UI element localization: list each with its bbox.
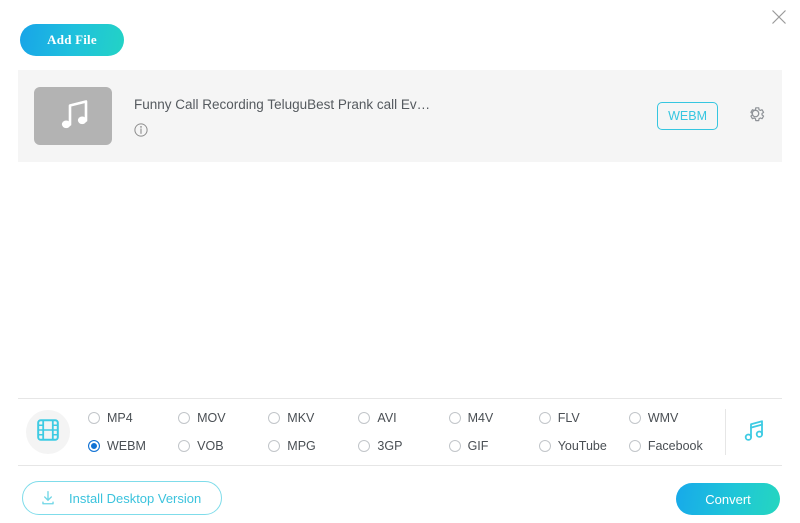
radio-wmv[interactable] bbox=[628, 412, 641, 424]
file-meta: Funny Call Recording TeluguBest Prank ca… bbox=[134, 96, 657, 137]
format-label-mov: MOV bbox=[197, 411, 226, 425]
file-output-format-button[interactable]: WEBM bbox=[657, 102, 718, 130]
format-label-mkv: MKV bbox=[287, 411, 315, 425]
file-list: Funny Call Recording TeluguBest Prank ca… bbox=[18, 70, 782, 162]
format-option-vob[interactable]: VOB bbox=[178, 433, 268, 459]
format-option-mov[interactable]: MOV bbox=[178, 405, 268, 431]
format-label-facebook: Facebook bbox=[647, 439, 703, 453]
radio-avi[interactable] bbox=[358, 412, 371, 424]
format-option-webm[interactable]: WEBM bbox=[88, 433, 178, 459]
format-option-wmv[interactable]: WMV bbox=[628, 405, 719, 431]
add-file-label: Add File bbox=[47, 32, 97, 47]
add-file-button[interactable]: Add File bbox=[20, 24, 124, 56]
radio-webm[interactable] bbox=[88, 440, 100, 452]
close-window-button[interactable] bbox=[766, 4, 792, 30]
audio-formats-tab[interactable] bbox=[726, 410, 782, 454]
format-option-mpg[interactable]: MPG bbox=[268, 433, 358, 459]
install-desktop-version-label: Install Desktop Version bbox=[69, 490, 202, 506]
radio-flv[interactable] bbox=[538, 412, 551, 424]
convert-button[interactable]: Convert bbox=[676, 483, 780, 515]
music-note-icon bbox=[740, 416, 768, 449]
file-output-format-label: WEBM bbox=[668, 109, 707, 123]
film-strip-icon bbox=[35, 417, 61, 448]
video-formats-tab[interactable] bbox=[26, 410, 70, 454]
format-option-gif[interactable]: GIF bbox=[448, 433, 539, 459]
radio-gif[interactable] bbox=[448, 440, 461, 452]
format-label-mp4: MP4 bbox=[107, 411, 133, 425]
format-label-youtube: YouTube bbox=[557, 439, 607, 453]
format-label-vob: VOB bbox=[197, 439, 224, 453]
format-label-mpg: MPG bbox=[287, 439, 316, 453]
format-option-flv[interactable]: FLV bbox=[538, 405, 629, 431]
radio-vob[interactable] bbox=[178, 440, 191, 452]
format-label-webm: WEBM bbox=[107, 439, 146, 453]
install-desktop-version-button[interactable]: Install Desktop Version bbox=[22, 481, 223, 515]
format-option-youtube[interactable]: YouTube bbox=[538, 433, 629, 459]
format-label-avi: AVI bbox=[377, 411, 397, 425]
output-format-panel: MP4 MOV MKV AVI M4V FLV WMV WEBM VOB MPG… bbox=[18, 398, 782, 466]
convert-label: Convert bbox=[705, 491, 751, 507]
radio-mkv[interactable] bbox=[268, 412, 281, 424]
file-settings-button[interactable] bbox=[744, 105, 766, 127]
format-option-facebook[interactable]: Facebook bbox=[628, 433, 719, 459]
format-label-3gp: 3GP bbox=[377, 439, 403, 453]
radio-mp4[interactable] bbox=[88, 412, 100, 424]
format-option-m4v[interactable]: M4V bbox=[448, 405, 539, 431]
music-note-icon bbox=[56, 98, 90, 135]
radio-mpg[interactable] bbox=[268, 440, 281, 452]
download-icon bbox=[39, 489, 57, 507]
info-icon[interactable] bbox=[134, 122, 148, 137]
format-option-avi[interactable]: AVI bbox=[358, 405, 448, 431]
format-options: MP4 MOV MKV AVI M4V FLV WMV WEBM VOB MPG… bbox=[88, 405, 719, 459]
format-option-3gp[interactable]: 3GP bbox=[358, 433, 448, 459]
format-label-flv: FLV bbox=[557, 411, 580, 425]
format-option-mkv[interactable]: MKV bbox=[268, 405, 358, 431]
format-option-mp4[interactable]: MP4 bbox=[88, 405, 178, 431]
radio-youtube[interactable] bbox=[538, 440, 551, 452]
radio-m4v[interactable] bbox=[448, 412, 461, 424]
file-thumbnail bbox=[34, 87, 112, 145]
file-title: Funny Call Recording TeluguBest Prank ca… bbox=[134, 96, 431, 112]
gear-icon bbox=[745, 103, 766, 129]
radio-mov[interactable] bbox=[178, 412, 191, 424]
format-label-m4v: M4V bbox=[467, 411, 494, 425]
format-label-wmv: WMV bbox=[647, 411, 679, 425]
radio-facebook[interactable] bbox=[628, 440, 641, 452]
close-icon bbox=[771, 9, 787, 25]
file-row[interactable]: Funny Call Recording TeluguBest Prank ca… bbox=[18, 70, 782, 162]
format-label-gif: GIF bbox=[467, 439, 489, 453]
radio-3gp[interactable] bbox=[358, 440, 371, 452]
converter-window: Add File Funny Call Recording TeluguBest… bbox=[0, 0, 800, 523]
